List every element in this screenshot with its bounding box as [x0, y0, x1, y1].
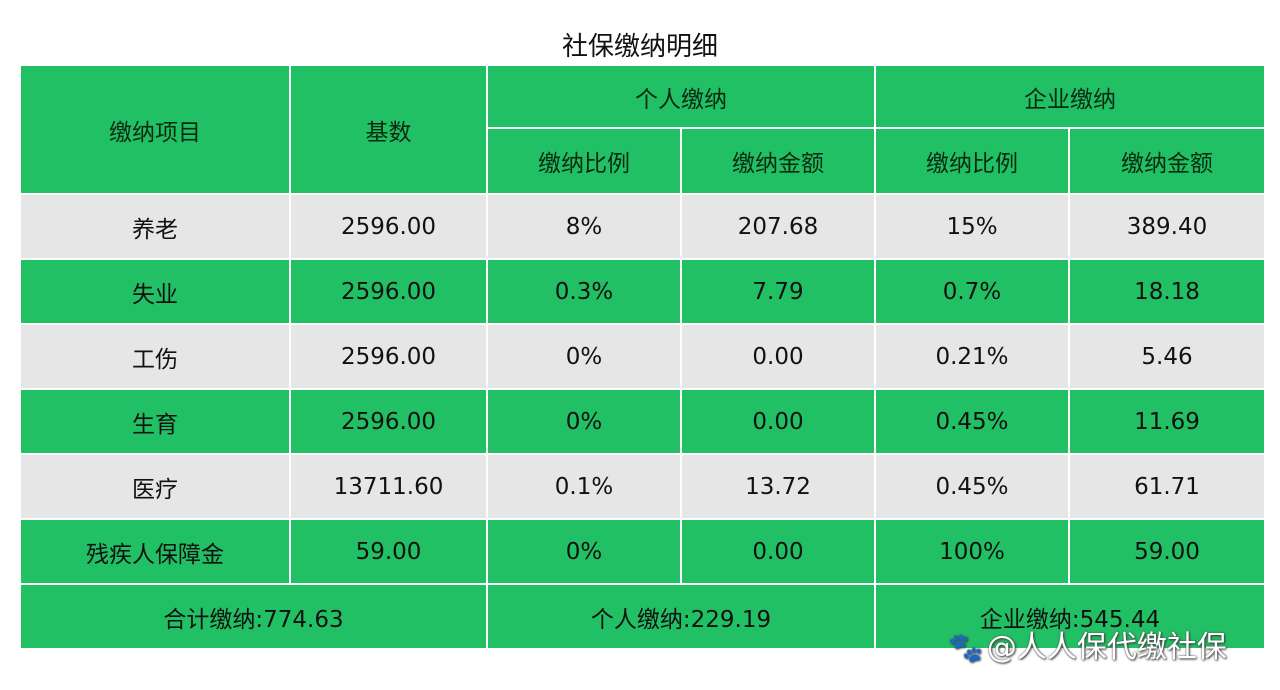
total-personal: 个人缴纳:229.19 — [488, 585, 874, 648]
cell-c-rate: 0.7% — [876, 260, 1068, 323]
header-base: 基数 — [291, 66, 486, 193]
header-company-amount: 缴纳金额 — [1070, 129, 1264, 193]
cell-c-amount: 389.40 — [1070, 195, 1264, 258]
header-item: 缴纳项目 — [21, 66, 289, 193]
cell-c-amount: 59.00 — [1070, 520, 1264, 583]
table-row: 工伤 2596.00 0% 0.00 0.21% 5.46 — [21, 325, 1264, 388]
cell-c-rate: 100% — [876, 520, 1068, 583]
header-company-rate: 缴纳比例 — [876, 129, 1068, 193]
table-title: 社保缴纳明细 — [561, 32, 718, 62]
cell-p-rate: 8% — [488, 195, 680, 258]
total-all: 合计缴纳:774.63 — [21, 585, 486, 648]
table-row: 失业 2596.00 0.3% 7.79 0.7% 18.18 — [21, 260, 1264, 323]
paw-icon: 🐾 — [948, 631, 983, 664]
header-personal-amount: 缴纳金额 — [682, 129, 874, 193]
cell-p-amount: 0.00 — [682, 325, 874, 388]
cell-p-rate: 0.1% — [488, 455, 680, 518]
header-personal-rate: 缴纳比例 — [488, 129, 680, 193]
table-row: 残疾人保障金 59.00 0% 0.00 100% 59.00 — [21, 520, 1264, 583]
cell-c-rate: 15% — [876, 195, 1068, 258]
cell-base: 13711.60 — [291, 455, 486, 518]
cell-p-amount: 13.72 — [682, 455, 874, 518]
cell-p-rate: 0% — [488, 520, 680, 583]
social-insurance-table: 缴纳项目 基数 个人缴纳 企业缴纳 缴纳比例 缴纳金额 缴纳比例 缴纳金额 养老… — [19, 64, 1266, 650]
cell-item: 失业 — [21, 260, 289, 323]
cell-c-amount: 61.71 — [1070, 455, 1264, 518]
header-personal: 个人缴纳 — [488, 66, 874, 127]
cell-item: 养老 — [21, 195, 289, 258]
watermark-text: @人人保代缴社保 — [986, 630, 1227, 665]
cell-c-amount: 11.69 — [1070, 390, 1264, 453]
cell-p-rate: 0% — [488, 325, 680, 388]
cell-c-rate: 0.45% — [876, 455, 1068, 518]
cell-p-amount: 7.79 — [682, 260, 874, 323]
table-row: 医疗 13711.60 0.1% 13.72 0.45% 61.71 — [21, 455, 1264, 518]
cell-p-amount: 0.00 — [682, 520, 874, 583]
cell-item: 工伤 — [21, 325, 289, 388]
cell-c-rate: 0.21% — [876, 325, 1068, 388]
cell-c-amount: 5.46 — [1070, 325, 1264, 388]
cell-p-rate: 0.3% — [488, 260, 680, 323]
cell-p-amount: 207.68 — [682, 195, 874, 258]
cell-base: 2596.00 — [291, 325, 486, 388]
cell-base: 59.00 — [291, 520, 486, 583]
cell-base: 2596.00 — [291, 260, 486, 323]
cell-item: 生育 — [21, 390, 289, 453]
cell-c-rate: 0.45% — [876, 390, 1068, 453]
header-company: 企业缴纳 — [876, 66, 1264, 127]
cell-base: 2596.00 — [291, 390, 486, 453]
cell-p-rate: 0% — [488, 390, 680, 453]
cell-item: 医疗 — [21, 455, 289, 518]
cell-p-amount: 0.00 — [682, 390, 874, 453]
cell-base: 2596.00 — [291, 195, 486, 258]
cell-c-amount: 18.18 — [1070, 260, 1264, 323]
watermark: 🐾 @人人保代缴社保 — [948, 622, 1227, 666]
table-row: 养老 2596.00 8% 207.68 15% 389.40 — [21, 195, 1264, 258]
table-row: 生育 2596.00 0% 0.00 0.45% 11.69 — [21, 390, 1264, 453]
cell-item: 残疾人保障金 — [21, 520, 289, 583]
